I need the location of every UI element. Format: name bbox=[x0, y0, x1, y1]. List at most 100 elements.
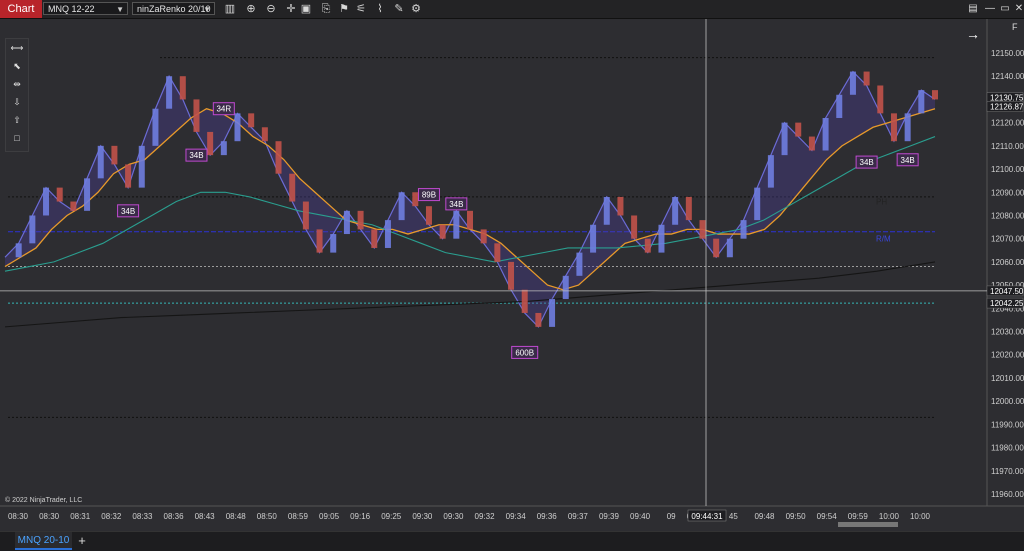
renko-bar bbox=[330, 234, 337, 253]
time-tick-label: 08:36 bbox=[164, 512, 185, 521]
renko-bar bbox=[138, 145, 145, 188]
renko-bar bbox=[603, 196, 610, 225]
renko-bar bbox=[439, 224, 446, 239]
renko-bar bbox=[685, 196, 692, 221]
copyright-text: © 2022 NinjaTrader, LLC bbox=[5, 497, 83, 504]
renko-bar bbox=[97, 145, 104, 179]
renko-bar bbox=[467, 210, 473, 230]
renko-bar bbox=[425, 206, 432, 225]
move-icon[interactable]: ⇹ bbox=[6, 75, 28, 93]
renko-bar bbox=[754, 187, 761, 221]
time-tick-label: 09:39 bbox=[599, 512, 620, 521]
ruler-icon[interactable]: ⟷ bbox=[6, 39, 28, 57]
price-marker-label: 12126.87 bbox=[990, 103, 1024, 112]
price-tick-label: 12100.00 bbox=[991, 165, 1024, 174]
renko-bar bbox=[904, 113, 911, 142]
level-label: R/M bbox=[876, 235, 891, 244]
time-tick-label: 09:34 bbox=[506, 512, 527, 521]
time-tick-label: 10:00 bbox=[910, 512, 931, 521]
renko-bar bbox=[767, 155, 774, 188]
renko-bar bbox=[261, 127, 268, 142]
data-box-icon[interactable]: ▣ bbox=[298, 1, 314, 17]
indicators-icon[interactable]: ⌇ bbox=[372, 1, 388, 17]
price-marker-label: 12042.25 bbox=[990, 299, 1024, 308]
time-tick-label: 09:50 bbox=[786, 512, 807, 521]
price-tick-label: 12150.00 bbox=[991, 49, 1024, 58]
time-tick-label: 09:16 bbox=[350, 512, 371, 521]
chart-panel[interactable]: 12150.00 12140.00 12120.00 12110.00 12100.00… bbox=[0, 19, 1024, 531]
annotation-label: 34R bbox=[216, 105, 231, 114]
renko-bar bbox=[521, 289, 528, 313]
zoom-in-icon[interactable]: ⊕ bbox=[243, 1, 259, 17]
f-button[interactable]: F bbox=[1012, 22, 1018, 32]
properties-icon[interactable]: ⚟ bbox=[353, 1, 369, 17]
templates-icon[interactable]: ⎘ bbox=[318, 1, 334, 17]
drawing-icon[interactable]: ✎ bbox=[391, 1, 407, 17]
time-tick-label: 10:00 bbox=[879, 512, 900, 521]
minimize-icon[interactable]: — bbox=[982, 1, 998, 17]
chart-trader-icon[interactable]: ▤ bbox=[965, 1, 981, 17]
renko-bar bbox=[70, 201, 77, 211]
price-tick-label: 12020.00 bbox=[991, 351, 1024, 360]
time-tick-label: 08:32 bbox=[101, 512, 122, 521]
time-scrollbar-thumb[interactable] bbox=[838, 522, 898, 527]
renko-bar bbox=[384, 220, 391, 248]
add-tab-button[interactable]: + bbox=[74, 533, 90, 549]
price-marker-label: 12047.50 bbox=[990, 287, 1024, 296]
zoom-out-icon[interactable]: ⊖ bbox=[263, 1, 279, 17]
renko-bar bbox=[836, 94, 843, 118]
renko-bar bbox=[877, 85, 884, 114]
renko-bar bbox=[207, 131, 214, 156]
time-tick-label: 09:25 bbox=[381, 512, 402, 521]
price-tick-label: 12030.00 bbox=[991, 328, 1024, 337]
bar-type-icon[interactable]: ▥ bbox=[222, 1, 238, 17]
price-tick-label: 11970.00 bbox=[991, 467, 1024, 476]
price-tick-label: 12010.00 bbox=[991, 374, 1024, 383]
crosshair-icon[interactable]: ✛ bbox=[283, 1, 299, 17]
time-tick-label: 09:05 bbox=[319, 512, 340, 521]
renko-bar bbox=[15, 243, 22, 258]
strategy-icon[interactable]: ⚑ bbox=[336, 1, 352, 17]
arrow-down-icon[interactable]: ⇩ bbox=[6, 93, 28, 111]
price-chart[interactable]: 12150.00 12140.00 12120.00 12110.00 12100.00… bbox=[0, 19, 1024, 531]
renko-bar bbox=[658, 224, 665, 253]
price-marker-label: 12130.75 bbox=[990, 94, 1024, 103]
time-tick-label: 08:30 bbox=[8, 512, 29, 521]
renko-bar bbox=[125, 164, 132, 188]
renko-bar bbox=[849, 71, 856, 95]
renko-bar bbox=[357, 210, 364, 230]
tab-mnq-20-10[interactable]: MNQ 20-10 bbox=[15, 532, 72, 550]
price-tick-label: 12070.00 bbox=[991, 235, 1024, 244]
renko-bar bbox=[398, 192, 405, 221]
arrow-up-icon[interactable]: ⇧ bbox=[6, 111, 28, 129]
annotation-label: 34B bbox=[121, 207, 135, 216]
instrument-selector[interactable]: MNQ 12-22 ▼ bbox=[43, 2, 128, 15]
strategy-analyzer-icon[interactable]: ⚙ bbox=[408, 1, 424, 17]
renko-bar bbox=[508, 261, 515, 290]
chevron-down-icon: ▼ bbox=[203, 5, 211, 14]
renko-bar bbox=[549, 299, 556, 327]
renko-bar bbox=[494, 243, 501, 262]
time-tick-label: 09:32 bbox=[475, 512, 496, 521]
renko-bar bbox=[726, 238, 733, 258]
scroll-right-icon[interactable]: → bbox=[966, 26, 980, 42]
instrument-value: MNQ 12-22 bbox=[48, 4, 95, 14]
rectangle-icon[interactable]: □ bbox=[6, 129, 28, 147]
renko-bar bbox=[808, 136, 815, 151]
annotation-label: 34B bbox=[189, 151, 203, 160]
chart-tabs-bar: MNQ 20-10 + bbox=[0, 531, 1024, 551]
renko-bar bbox=[248, 113, 255, 128]
crosshair-time-label: 09:44:31 bbox=[691, 512, 723, 521]
renko-bar bbox=[43, 187, 50, 216]
renko-bar bbox=[316, 229, 323, 253]
price-tick-label: 12080.00 bbox=[991, 211, 1024, 220]
annotation-label: 34B bbox=[860, 158, 874, 167]
pointer-icon[interactable]: ⬉ bbox=[6, 57, 28, 75]
time-tick-label: 09:30 bbox=[412, 512, 433, 521]
renko-bar bbox=[111, 145, 118, 165]
price-tick-label: 12140.00 bbox=[991, 72, 1024, 81]
renko-bar bbox=[932, 90, 938, 100]
bar-type-selector[interactable]: ninZaRenko 20/10 ▼ bbox=[132, 2, 215, 15]
close-icon[interactable]: ✕ bbox=[1011, 1, 1024, 17]
renko-bar bbox=[822, 117, 829, 151]
